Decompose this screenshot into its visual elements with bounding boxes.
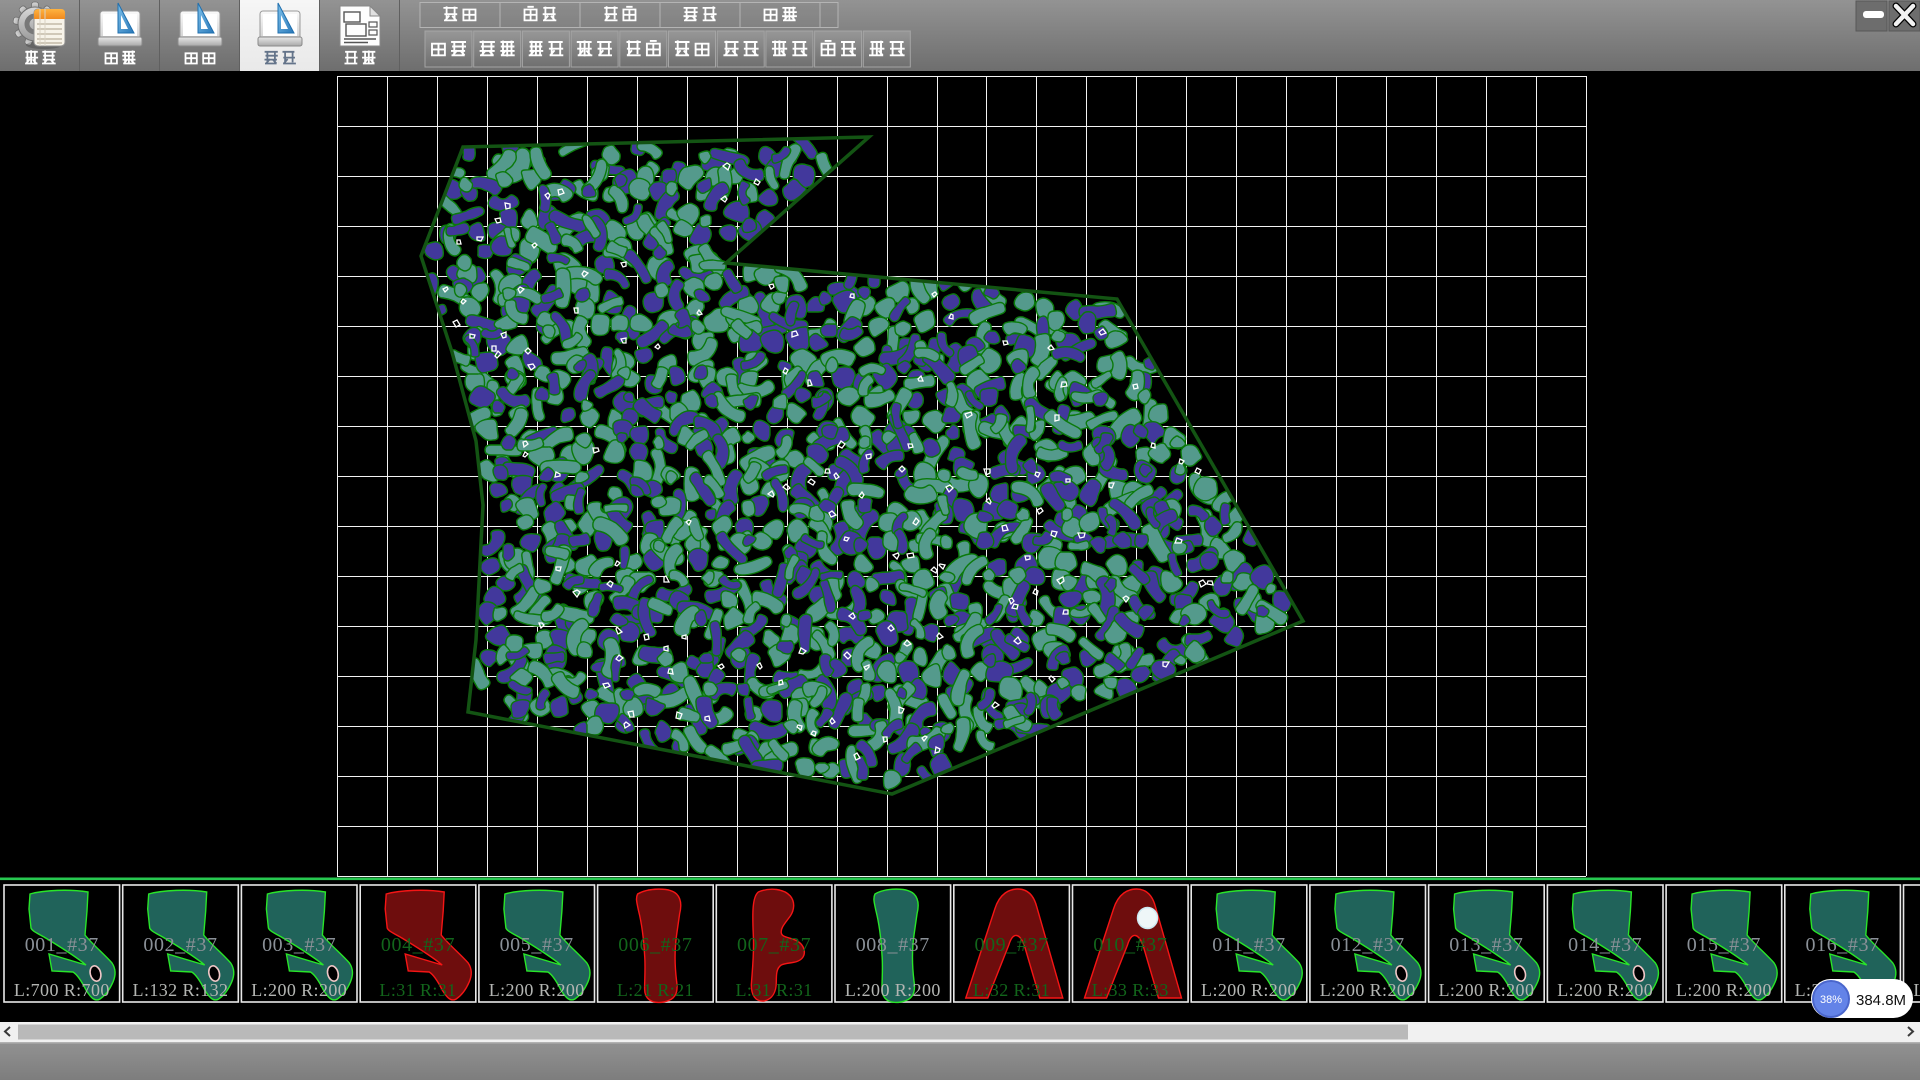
- svg-text:L:200 R:200: L:200 R:200: [1676, 980, 1772, 1000]
- svg-text:38%: 38%: [1820, 994, 1842, 1006]
- svg-text:007_#37: 007_#37: [737, 934, 811, 956]
- svg-text:015_#37: 015_#37: [1687, 934, 1761, 956]
- svg-text:001_#37: 001_#37: [25, 934, 99, 956]
- svg-text:L:200 R:200: L:200 R:200: [1201, 980, 1297, 1000]
- svg-text:010_#37: 010_#37: [1093, 934, 1167, 956]
- svg-text:L:200 R:200: L:200 R:200: [1557, 980, 1653, 1000]
- svg-text:L:132 R:132: L:132 R:132: [133, 980, 229, 1000]
- svg-text:L:200 R:200: L:200 R:200: [845, 980, 941, 1000]
- svg-text:008_#37: 008_#37: [856, 934, 930, 956]
- svg-text:384.8M: 384.8M: [1856, 992, 1906, 1009]
- svg-text:L:31 R:31: L:31 R:31: [736, 980, 813, 1000]
- svg-text:005_#37: 005_#37: [500, 934, 574, 956]
- svg-text:013_#37: 013_#37: [1449, 934, 1523, 956]
- svg-text:L:200 R:200: L:200 R:200: [489, 980, 585, 1000]
- svg-text:016_#37: 016_#37: [1805, 934, 1879, 956]
- svg-text:006_#37: 006_#37: [618, 934, 692, 956]
- svg-text:012_#37: 012_#37: [1331, 934, 1405, 956]
- svg-text:009_#37: 009_#37: [974, 934, 1048, 956]
- svg-text:L:200 R:200: L:200 R:200: [1320, 980, 1416, 1000]
- svg-text:002_#37: 002_#37: [143, 934, 217, 956]
- svg-text:L:700 R:700: L:700 R:700: [14, 980, 110, 1000]
- svg-text:L:32 R:31: L:32 R:31: [973, 980, 1050, 1000]
- svg-text:011_#37: 011_#37: [1212, 934, 1285, 956]
- svg-text:004_#37: 004_#37: [381, 934, 455, 956]
- svg-text:L:33 R:33: L:33 R:33: [1092, 980, 1169, 1000]
- svg-text:003_#37: 003_#37: [262, 934, 336, 956]
- svg-text:L:200 R:200: L:200 R:200: [1438, 980, 1534, 1000]
- svg-text:L:200 R:200: L:200 R:200: [251, 980, 347, 1000]
- svg-text:L:21 R:21: L:21 R:21: [617, 980, 694, 1000]
- svg-text:014_#37: 014_#37: [1568, 934, 1642, 956]
- svg-text:L:200 R:200: L:200 R:200: [1913, 980, 1920, 1000]
- svg-text:L:31 R:31: L:31 R:31: [379, 980, 456, 1000]
